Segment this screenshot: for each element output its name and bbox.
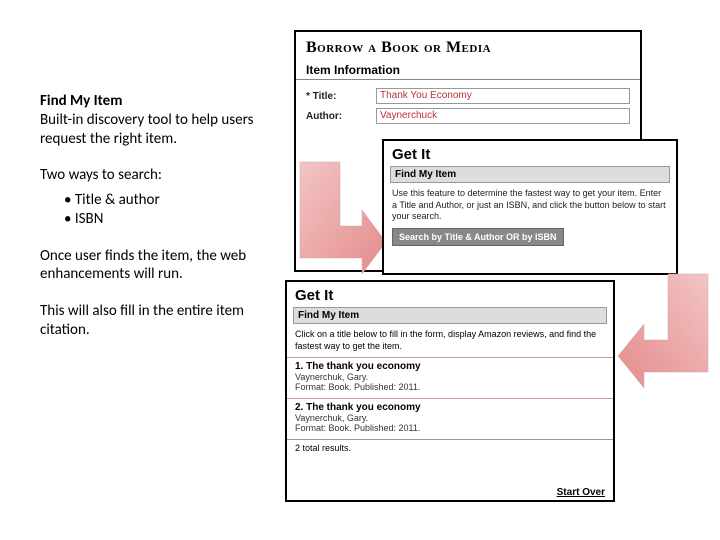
feature-p2: Two ways to search: bbox=[40, 166, 270, 185]
search-button[interactable]: Search by Title & Author OR by ISBN bbox=[392, 228, 564, 246]
list-item: Title & author bbox=[64, 191, 270, 210]
feature-p4: This will also fill in the entire item c… bbox=[40, 302, 270, 340]
result-meta: Format: Book. Published: 2011. bbox=[295, 382, 605, 392]
getit2-desc: Click on a title below to fill in the fo… bbox=[287, 324, 613, 357]
getit-search-window: Get It Find My Item Use this feature to … bbox=[382, 139, 678, 275]
getit2-bar: Find My Item bbox=[293, 307, 607, 324]
feature-p1: Built-in discovery tool to help users re… bbox=[40, 111, 253, 148]
getit2-title: Get It bbox=[287, 282, 613, 307]
feature-heading: Find My Item bbox=[40, 92, 122, 110]
arrow-down-right-icon bbox=[296, 160, 388, 276]
title-label: * Title: bbox=[306, 91, 376, 102]
author-label: Author: bbox=[306, 111, 376, 122]
feature-p3: Once user finds the item, the web enhanc… bbox=[40, 247, 270, 285]
title-field[interactable]: Thank You Economy bbox=[376, 88, 630, 104]
result-author: Vaynerchuk, Gary. bbox=[295, 413, 605, 423]
getit1-desc: Use this feature to determine the fastes… bbox=[384, 183, 676, 228]
description-column: Find My Item Built-in discovery tool to … bbox=[40, 92, 270, 358]
result-title: 2. The thank you economy bbox=[295, 402, 605, 413]
author-row: Author: Vaynerchuck bbox=[296, 106, 640, 126]
result-meta: Format: Book. Published: 2011. bbox=[295, 423, 605, 433]
borrow-title: Borrow a Book or Media bbox=[296, 32, 640, 61]
borrow-subtitle: Item Information bbox=[296, 61, 640, 80]
author-field[interactable]: Vaynerchuck bbox=[376, 108, 630, 124]
getit1-title: Get It bbox=[384, 141, 676, 166]
search-methods-list: Title & author ISBN bbox=[40, 191, 270, 229]
getit1-bar: Find My Item bbox=[390, 166, 670, 183]
arrow-down-left-icon bbox=[616, 272, 710, 392]
list-item: ISBN bbox=[64, 210, 270, 229]
title-row: * Title: Thank You Economy bbox=[296, 86, 640, 106]
start-over-link[interactable]: Start Over bbox=[557, 487, 605, 498]
results-total: 2 total results. bbox=[287, 439, 613, 456]
result-row[interactable]: 2. The thank you economy Vaynerchuk, Gar… bbox=[287, 398, 613, 439]
result-title: 1. The thank you economy bbox=[295, 361, 605, 372]
getit-results-window: Get It Find My Item Click on a title bel… bbox=[285, 280, 615, 502]
result-author: Vaynerchuk, Gary. bbox=[295, 372, 605, 382]
result-row[interactable]: 1. The thank you economy Vaynerchuk, Gar… bbox=[287, 357, 613, 398]
